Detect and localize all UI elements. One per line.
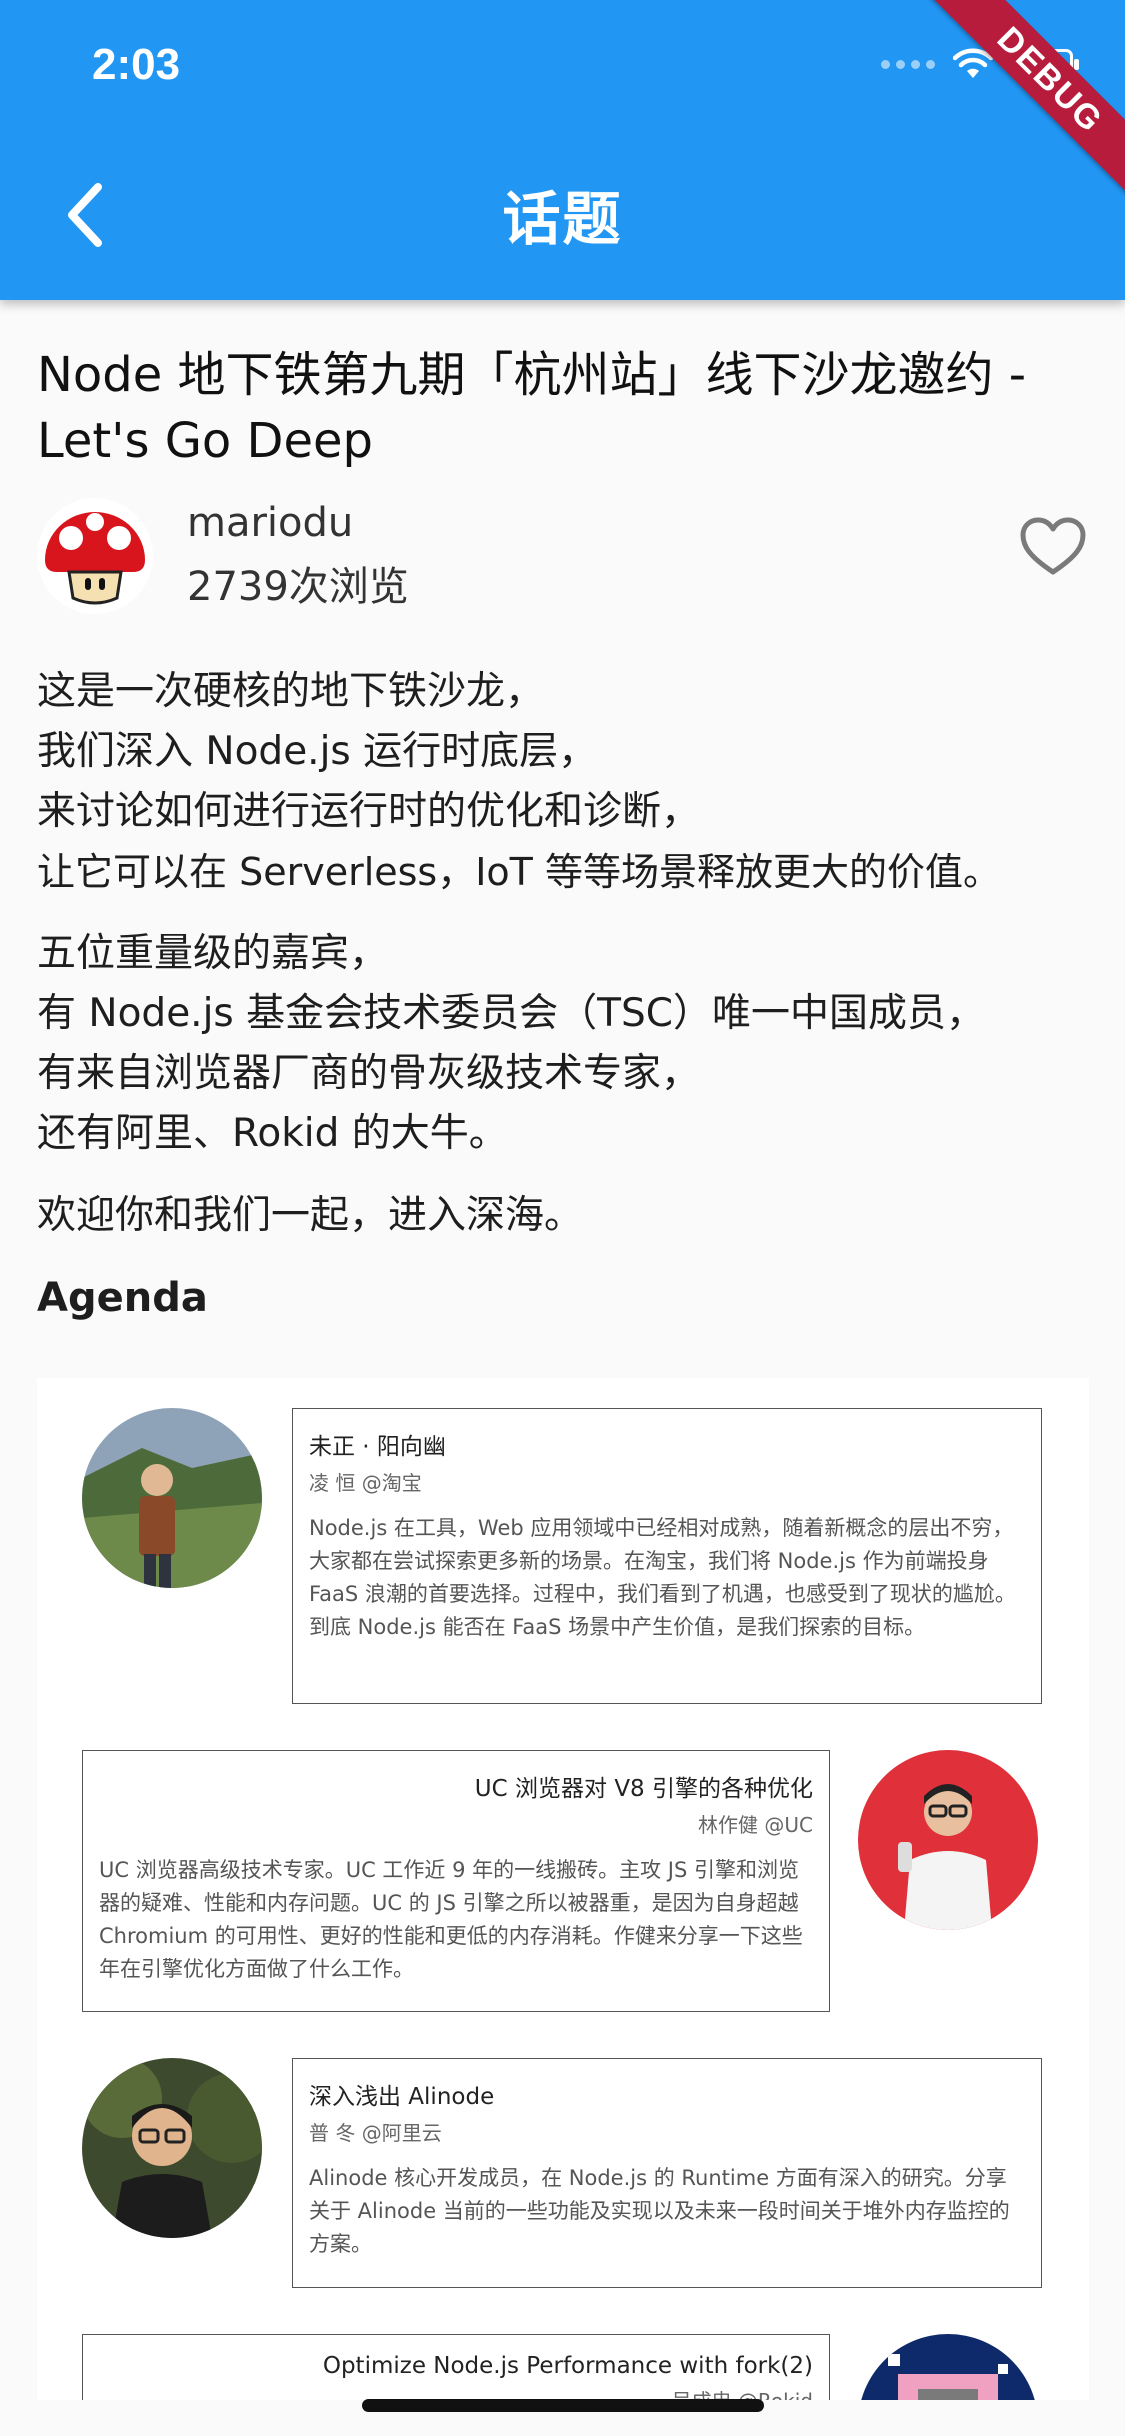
text-line: 来讨论如何进行运行时的优化和诊断， xyxy=(37,789,701,834)
agenda-image: 未正 · 阳向幽 凌 恒 @淘宝 Node.js 在工具，Web 应用领域中已经… xyxy=(37,1378,1089,2400)
view-count: 2739次浏览 xyxy=(187,564,409,610)
text-line: 我们深入 Node.js 运行时底层， xyxy=(37,729,598,774)
speaker-1-photo-icon xyxy=(82,1408,262,1588)
mushroom-avatar-icon xyxy=(37,498,153,614)
speaker-card: Optimize Node.js Performance with fork(2… xyxy=(82,2334,830,2400)
talk-title: 未正 · 阳向幽 xyxy=(309,1434,446,1460)
talk-title: Optimize Node.js Performance with fork(2… xyxy=(322,2353,813,2379)
paragraph: 五位重量级的嘉宾， 有 Node.js 基金会技术委员会（TSC）唯一中国成员，… xyxy=(37,924,1097,1164)
talk-title: 深入浅出 Alinode xyxy=(309,2084,495,2110)
speaker-photo xyxy=(858,2334,1038,2400)
talk-title: UC 浏览器对 V8 引擎的各种优化 xyxy=(474,1776,813,1802)
topic-content[interactable]: Node 地下铁第九期「杭州站」线下沙龙邀约 - Let's Go Deep m… xyxy=(0,300,1125,2400)
favorite-button[interactable] xyxy=(1019,516,1087,578)
speaker-card: 深入浅出 Alinode 普 冬 @阿里云 Alinode 核心开发成员，在 N… xyxy=(292,2058,1042,2288)
author-row: mariodu 2739次浏览 xyxy=(37,498,1087,618)
speaker-card: 未正 · 阳向幽 凌 恒 @淘宝 Node.js 在工具，Web 应用领域中已经… xyxy=(292,1408,1042,1704)
page-title: 话题 xyxy=(502,185,623,253)
status-time: 2:03 xyxy=(92,40,181,89)
topic-body: 这是一次硬核的地下铁沙龙， 我们深入 Node.js 运行时底层， 来讨论如何进… xyxy=(37,662,1097,1328)
cellular-signal-icon xyxy=(881,59,935,69)
speaker-name: 林作健 @UC xyxy=(698,1813,813,1837)
speaker-4-photo-icon xyxy=(858,2334,1038,2400)
text-line: 有 Node.js 基金会技术委员会（TSC）唯一中国成员， xyxy=(37,991,985,1036)
app-bar: 2:03 话题 xyxy=(0,0,1125,300)
speaker-name: 凌 恒 @淘宝 xyxy=(309,1471,422,1495)
speaker-2-photo-icon xyxy=(858,1750,1038,1930)
agenda-heading: Agenda xyxy=(37,1275,208,1321)
talk-description: Node.js 在工具，Web 应用领域中已经相对成熟，随着新概念的层出不穷，大… xyxy=(309,1516,1016,1639)
speaker-name: 吴成忠 @Rokid xyxy=(99,2385,813,2400)
speaker-photo xyxy=(858,1750,1038,1930)
speaker-photo xyxy=(82,2058,262,2238)
text-line: 有来自浏览器厂商的骨灰级技术专家， xyxy=(37,1051,701,1096)
home-indicator[interactable] xyxy=(362,2399,764,2412)
talk-description: UC 浏览器高级技术专家。UC 工作近 9 年的一线搬砖。主攻 JS 引擎和浏览… xyxy=(99,1858,803,1981)
speaker-card: UC 浏览器对 V8 引擎的各种优化 林作健 @UC UC 浏览器高级技术专家。… xyxy=(82,1750,830,2012)
text-line: 让它可以在 Serverless，IoT 等等场景释放更大的价值。 xyxy=(37,850,1001,894)
text-line: 五位重量级的嘉宾， xyxy=(37,931,389,976)
speaker-3-photo-icon xyxy=(82,2058,262,2238)
heart-outline-icon xyxy=(1020,517,1086,575)
topic-title: Node 地下铁第九期「杭州站」线下沙龙邀约 - Let's Go Deep xyxy=(37,347,1027,469)
text-line: 还有阿里、Rokid 的大牛。 xyxy=(37,1111,508,1156)
paragraph: 欢迎你和我们一起，进入深海。 xyxy=(37,1186,1097,1246)
avatar[interactable] xyxy=(37,498,153,614)
talk-description: Alinode 核心开发成员，在 Node.js 的 Runtime 方面有深入… xyxy=(309,2166,1010,2256)
speaker-name: 普 冬 @阿里云 xyxy=(309,2121,442,2145)
text-line: 欢迎你和我们一起，进入深海。 xyxy=(37,1193,584,1238)
text-line: 这是一次硬核的地下铁沙龙， xyxy=(37,669,545,714)
speaker-photo xyxy=(82,1408,262,1588)
author-name[interactable]: mariodu xyxy=(187,500,353,546)
paragraph: 这是一次硬核的地下铁沙龙， 我们深入 Node.js 运行时底层， 来讨论如何进… xyxy=(37,662,1097,902)
